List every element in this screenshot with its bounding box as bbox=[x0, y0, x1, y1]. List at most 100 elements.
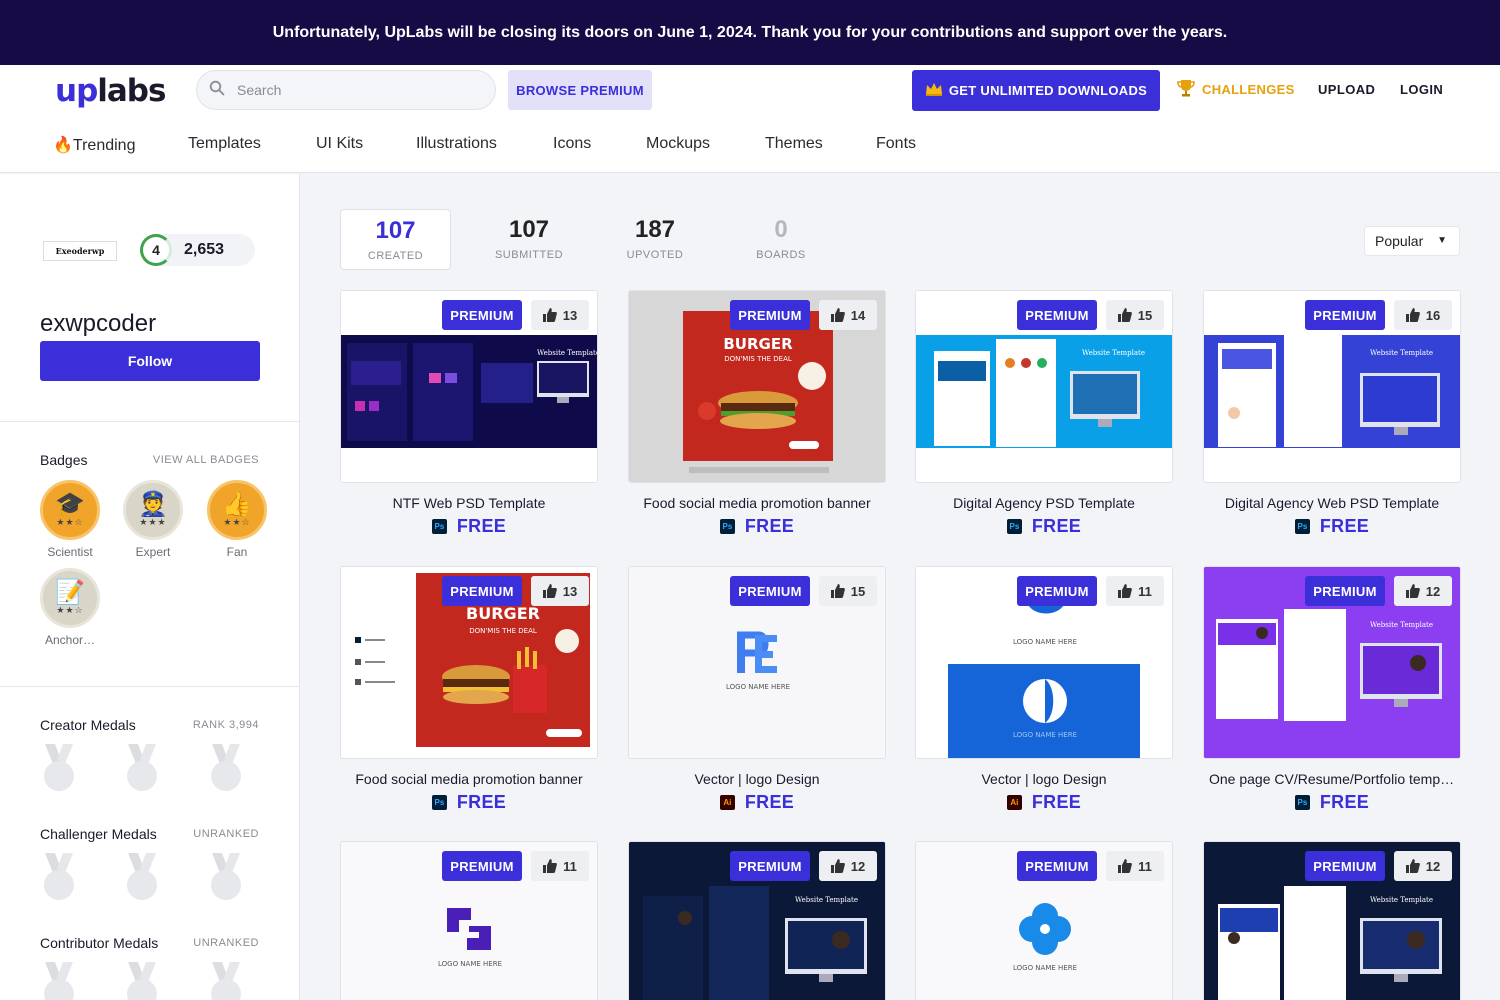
price-label: FREE bbox=[456, 792, 507, 812]
nav-item-illustrations[interactable]: Illustrations bbox=[416, 135, 553, 155]
like-count: 12 bbox=[1425, 858, 1441, 874]
premium-badge[interactable]: PREMIUM bbox=[730, 300, 810, 330]
post-thumbnail[interactable]: BURGER DON'MIS THE DEAL PREMIUM 14 bbox=[628, 290, 886, 483]
thumb-title-text: Website Template bbox=[1082, 349, 1145, 357]
premium-badge[interactable]: PREMIUM bbox=[1017, 300, 1097, 330]
thumb-title-text: Website Template bbox=[1370, 349, 1433, 357]
post-card[interactable]: Website Template PREMIUM 12 bbox=[1203, 841, 1461, 1000]
nav-item-trending[interactable]: 🔥Trending bbox=[53, 135, 188, 155]
like-button[interactable]: 15 bbox=[1106, 300, 1164, 330]
post-card[interactable]: Website Template PREMIUM 12 bbox=[628, 841, 886, 1000]
premium-badge[interactable]: PREMIUM bbox=[442, 576, 522, 606]
like-button[interactable]: 11 bbox=[531, 851, 589, 881]
post-title[interactable]: Food social media promotion banner bbox=[340, 771, 598, 787]
divider bbox=[0, 686, 300, 687]
get-unlimited-downloads-button[interactable]: GET UNLIMITED DOWNLOADS bbox=[912, 70, 1160, 111]
post-card[interactable]: LOGO NAME HERE PREMIUM 11 bbox=[340, 841, 598, 1000]
like-button[interactable]: 13 bbox=[531, 576, 589, 606]
post-thumbnail[interactable]: Website Template PREMIUM 13 bbox=[340, 290, 598, 483]
post-title[interactable]: NTF Web PSD Template bbox=[340, 495, 598, 511]
post-thumbnail[interactable]: Website Template PREMIUM 16 bbox=[1203, 290, 1461, 483]
premium-badge[interactable]: PREMIUM bbox=[1017, 851, 1097, 881]
tab-submitted[interactable]: 107 SUBMITTED bbox=[466, 209, 592, 270]
price-label: FREE bbox=[744, 516, 795, 536]
nav-item-fonts[interactable]: Fonts bbox=[876, 135, 916, 155]
post-card[interactable]: BURGER DON'MIS THE DEAL PREMIUM 13 Food … bbox=[340, 566, 598, 813]
tab-upvoted[interactable]: 187 UPVOTED bbox=[592, 209, 718, 270]
thumb-burger-text: BURGER bbox=[466, 604, 540, 623]
premium-badge[interactable]: PREMIUM bbox=[1305, 576, 1385, 606]
post-title[interactable]: One page CV/Resume/Portfolio template bbox=[1203, 771, 1461, 787]
medal-icon bbox=[127, 853, 157, 900]
tab-boards[interactable]: 0 BOARDS bbox=[718, 209, 844, 270]
post-title[interactable]: Digital Agency Web PSD Template bbox=[1203, 495, 1461, 511]
logo-placeholder-text: LOGO NAME HERE bbox=[726, 683, 790, 691]
illustrator-icon: Ai bbox=[719, 795, 735, 810]
tab-created[interactable]: 107 CREATED bbox=[340, 209, 451, 270]
post-thumbnail[interactable]: Website Template PREMIUM 12 bbox=[628, 841, 886, 1000]
thumbs-up-icon bbox=[1118, 859, 1132, 873]
like-button[interactable]: 11 bbox=[1106, 851, 1164, 881]
like-button[interactable]: 15 bbox=[819, 576, 877, 606]
like-button[interactable]: 16 bbox=[1394, 300, 1452, 330]
like-button[interactable]: 14 bbox=[819, 300, 877, 330]
post-thumbnail[interactable]: BURGER DON'MIS THE DEAL PREMIUM 13 bbox=[340, 566, 598, 759]
post-card[interactable]: Website Template PREMIUM 13 NTF Web PSD … bbox=[340, 290, 598, 537]
badge-expert[interactable]: 👮 ★★★ Expert bbox=[123, 480, 183, 559]
premium-badge[interactable]: PREMIUM bbox=[730, 576, 810, 606]
post-title[interactable]: Food social media promotion banner bbox=[628, 495, 886, 511]
post-thumbnail[interactable]: LOGO NAME HERE PREMIUM 11 bbox=[340, 841, 598, 1000]
post-card[interactable]: LOGO NAME HERE PREMIUM 15 Vector | logo … bbox=[628, 566, 886, 813]
like-button[interactable]: 12 bbox=[1394, 851, 1452, 881]
badge-scientist[interactable]: 🎓 ★★☆ Scientist bbox=[40, 480, 100, 559]
post-title[interactable]: Vector | logo Design bbox=[915, 771, 1173, 787]
post-card[interactable]: Website Template PREMIUM 12 One page CV/… bbox=[1203, 566, 1461, 813]
badge-fan[interactable]: 👍 ★★☆ Fan bbox=[207, 480, 267, 559]
challenges-link[interactable]: CHALLENGES bbox=[1176, 78, 1295, 101]
post-card[interactable]: BURGER DON'MIS THE DEAL PREMIUM 14 Food … bbox=[628, 290, 886, 537]
contributor-rank: UNRANKED bbox=[193, 937, 259, 949]
like-button[interactable]: 12 bbox=[1394, 576, 1452, 606]
browse-premium-button[interactable]: BROWSE PREMIUM bbox=[508, 70, 652, 110]
post-title[interactable]: Vector | logo Design bbox=[628, 771, 886, 787]
view-all-badges-link[interactable]: VIEW ALL BADGES bbox=[153, 454, 259, 466]
follow-button[interactable]: Follow bbox=[40, 341, 260, 381]
like-button[interactable]: 13 bbox=[531, 300, 589, 330]
premium-badge[interactable]: PREMIUM bbox=[442, 300, 522, 330]
post-card[interactable]: Website Template PREMIUM 16 Digital Agen… bbox=[1203, 290, 1461, 537]
upload-link[interactable]: UPLOAD bbox=[1318, 82, 1375, 97]
like-button[interactable]: 11 bbox=[1106, 576, 1164, 606]
post-thumbnail[interactable]: LOGO NAME HERE LOGO NAME HERE PREMIUM 11 bbox=[915, 566, 1173, 759]
premium-badge[interactable]: PREMIUM bbox=[1017, 576, 1097, 606]
search-input[interactable] bbox=[237, 82, 467, 98]
search-box[interactable] bbox=[196, 70, 496, 110]
premium-badge[interactable]: PREMIUM bbox=[730, 851, 810, 881]
premium-badge[interactable]: PREMIUM bbox=[1305, 851, 1385, 881]
post-thumbnail[interactable]: Website Template PREMIUM 12 bbox=[1203, 566, 1461, 759]
like-count: 15 bbox=[1137, 307, 1153, 323]
post-card[interactable]: Website Template PREMIUM 15 Digital Agen… bbox=[915, 290, 1173, 537]
nav-item-ui-kits[interactable]: UI Kits bbox=[316, 135, 416, 155]
logo-placeholder-text: LOGO NAME HERE bbox=[1013, 964, 1077, 972]
post-thumbnail[interactable]: LOGO NAME HERE PREMIUM 11 bbox=[915, 841, 1173, 1000]
post-thumbnail[interactable]: Website Template PREMIUM 15 bbox=[915, 290, 1173, 483]
post-thumbnail[interactable]: Website Template PREMIUM 12 bbox=[1203, 841, 1461, 1000]
post-thumbnail[interactable]: LOGO NAME HERE PREMIUM 15 bbox=[628, 566, 886, 759]
sort-dropdown[interactable]: Popular ▼ bbox=[1364, 226, 1460, 256]
thumbs-up-icon bbox=[830, 584, 845, 598]
like-button[interactable]: 12 bbox=[819, 851, 877, 881]
nav-item-icons[interactable]: Icons bbox=[553, 135, 646, 155]
post-card[interactable]: LOGO NAME HERE LOGO NAME HERE PREMIUM 11… bbox=[915, 566, 1173, 813]
post-card[interactable]: LOGO NAME HERE PREMIUM 11 bbox=[915, 841, 1173, 1000]
badge-anchor[interactable]: 📝 ★★☆ Anchor… bbox=[40, 568, 100, 647]
nav-item-mockups[interactable]: Mockups bbox=[646, 135, 765, 155]
stat-number: 107 bbox=[508, 216, 550, 243]
like-count: 13 bbox=[562, 583, 578, 599]
premium-badge[interactable]: PREMIUM bbox=[1305, 300, 1385, 330]
nav-item-templates[interactable]: Templates bbox=[188, 135, 316, 155]
nav-item-themes[interactable]: Themes bbox=[765, 135, 876, 155]
login-link[interactable]: LOGIN bbox=[1400, 82, 1443, 97]
uplabs-logo[interactable]: up labs bbox=[55, 73, 166, 113]
premium-badge[interactable]: PREMIUM bbox=[442, 851, 522, 881]
post-title[interactable]: Digital Agency PSD Template bbox=[915, 495, 1173, 511]
